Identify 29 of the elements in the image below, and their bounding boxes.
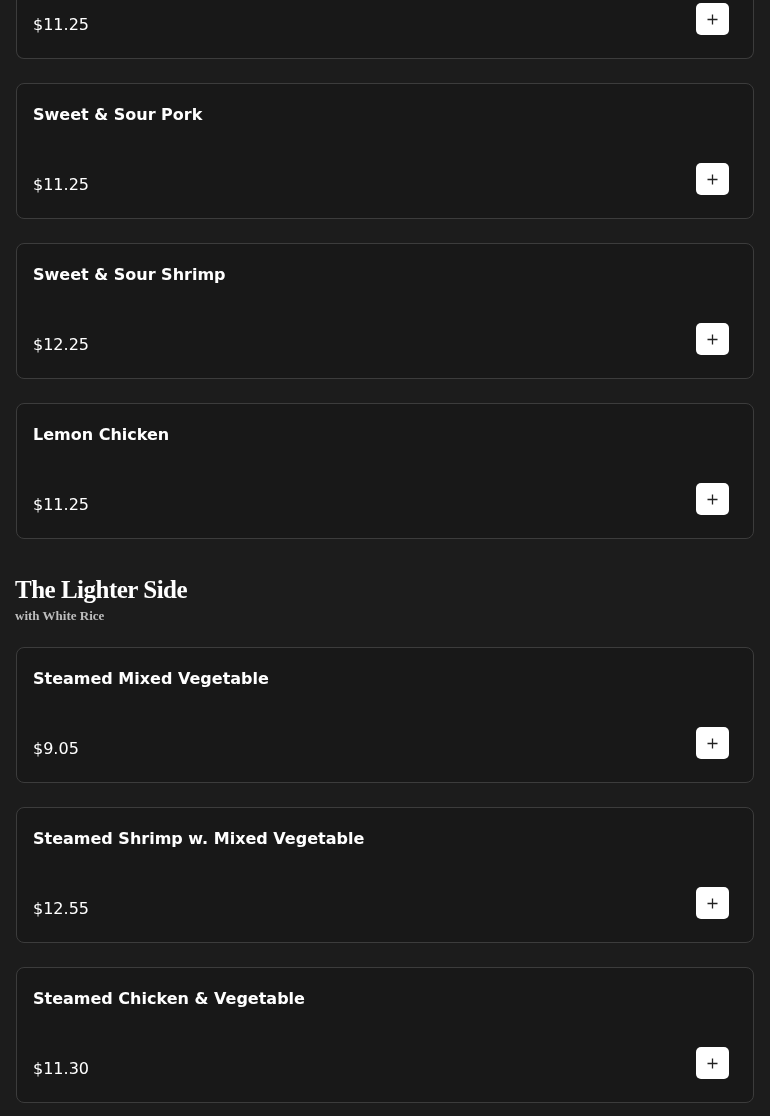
dish-price: $11.25 [33, 175, 89, 195]
dish-name: Lemon Chicken [33, 425, 170, 445]
add-button[interactable] [696, 1047, 729, 1079]
dish-name: Steamed Chicken & Vegetable [33, 989, 305, 1009]
plus-icon [707, 493, 718, 505]
add-button[interactable] [696, 323, 729, 355]
add-button[interactable] [696, 3, 729, 35]
add-button[interactable] [696, 727, 729, 759]
add-button[interactable] [696, 483, 729, 515]
dish-price: $9.05 [33, 739, 79, 759]
section-subtitle: with White Rice [15, 609, 105, 623]
dish-name: Sweet & Sour Shrimp [33, 265, 226, 285]
plus-icon [707, 333, 718, 345]
plus-icon [707, 1057, 718, 1069]
plus-icon [707, 737, 718, 749]
dish-price: $11.25 [33, 15, 89, 35]
plus-icon [707, 13, 718, 25]
add-button[interactable] [696, 163, 729, 195]
dish-price: $12.55 [33, 899, 89, 919]
dish-price: $12.25 [33, 335, 89, 355]
dish-name: Steamed Mixed Vegetable [33, 669, 269, 689]
dish-price: $11.25 [33, 495, 89, 515]
dish-name: Sweet & Sour Pork [33, 105, 203, 125]
section-title: The Lighter Side [15, 577, 188, 603]
plus-icon [707, 173, 718, 185]
add-button[interactable] [696, 887, 729, 919]
dish-price: $11.30 [33, 1059, 89, 1079]
dish-name: Steamed Shrimp w. Mixed Vegetable [33, 829, 365, 849]
plus-icon [707, 897, 718, 909]
